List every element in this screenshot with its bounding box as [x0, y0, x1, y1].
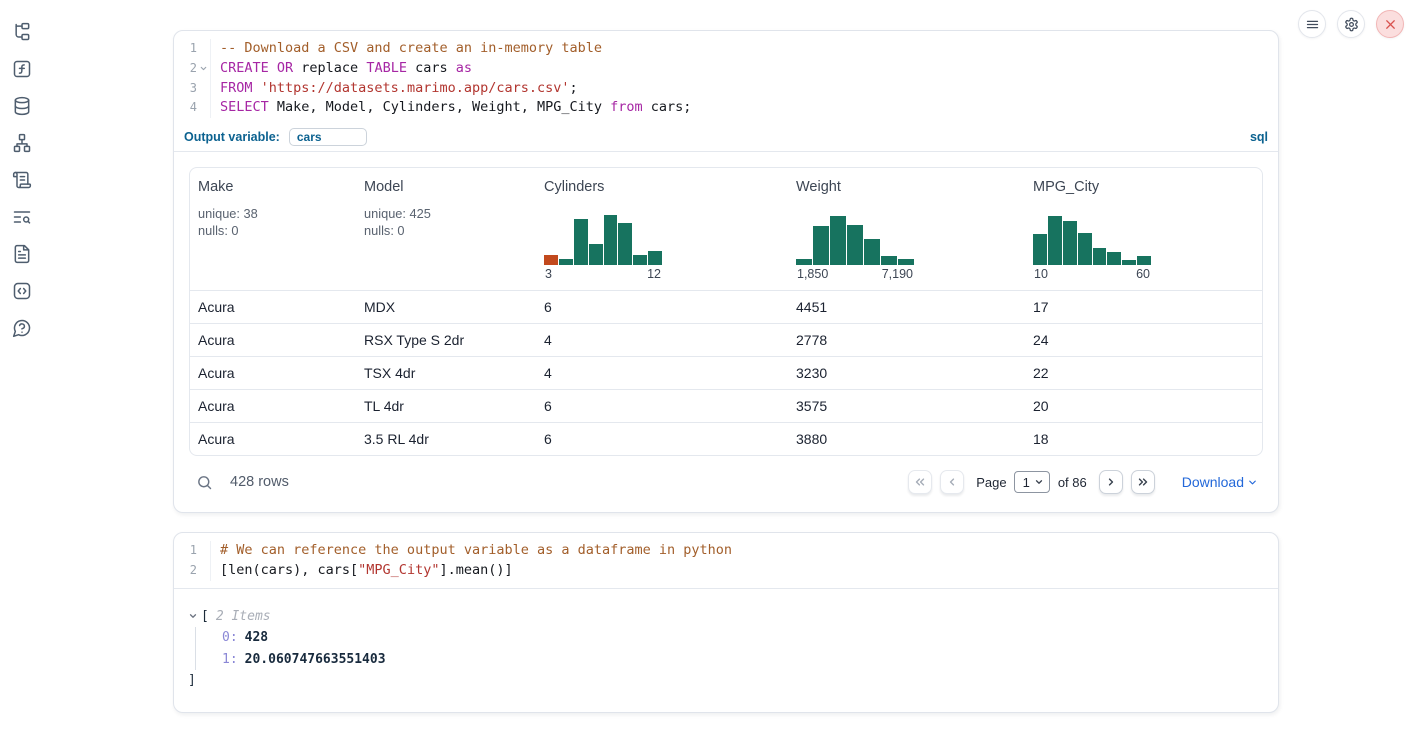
- data-sources-icon[interactable]: [11, 95, 33, 117]
- mpg-city-histogram[interactable]: 10 60: [1033, 213, 1151, 281]
- data-table: Make unique: 38 nulls: 0 Model unique: 4…: [189, 167, 1263, 456]
- left-sidebar: [0, 0, 44, 339]
- menu-icon: [1305, 17, 1320, 32]
- collapse-chevron-icon[interactable]: [188, 611, 198, 621]
- code-text[interactable]: [len(cars), cars["MPG_City"].mean()]: [211, 561, 513, 581]
- table-row[interactable]: Acura TSX 4dr 4 3230 22: [190, 356, 1262, 389]
- python-cell: 1 # We can reference the output variable…: [173, 532, 1279, 713]
- sql-cell: 1 -- Download a CSV and create an in-mem…: [173, 30, 1279, 513]
- menu-button[interactable]: [1298, 10, 1326, 38]
- variables-icon[interactable]: [11, 58, 33, 80]
- line-number: 4: [174, 98, 211, 118]
- first-page-button[interactable]: [908, 470, 932, 494]
- table-row[interactable]: Acura RSX Type S 2dr 4 2778 24: [190, 323, 1262, 356]
- sql-code-editor: 1 -- Download a CSV and create an in-mem…: [174, 31, 1278, 125]
- sql-output: Make unique: 38 nulls: 0 Model unique: 4…: [174, 152, 1278, 512]
- column-header-cylinders[interactable]: Cylinders 3 12: [536, 168, 788, 290]
- line-number: 1: [174, 39, 211, 59]
- output-variable-input[interactable]: [289, 128, 367, 146]
- table-header: Make unique: 38 nulls: 0 Model unique: 4…: [190, 168, 1262, 290]
- documentation-icon[interactable]: [11, 243, 33, 265]
- table-row[interactable]: Acura 3.5 RL 4dr 6 3880 18: [190, 422, 1262, 455]
- column-stats: unique: 38 nulls: 0: [198, 206, 348, 239]
- table-row[interactable]: Acura TL 4dr 6 3575 20: [190, 389, 1262, 422]
- column-header-mpg-city[interactable]: MPG_City 10 60: [1025, 168, 1262, 290]
- snippets-icon[interactable]: [11, 280, 33, 302]
- cylinders-histogram[interactable]: 3 12: [544, 213, 662, 281]
- weight-histogram[interactable]: 1,850 7,190: [796, 213, 914, 281]
- language-badge: sql: [1250, 130, 1268, 144]
- column-header-make[interactable]: Make unique: 38 nulls: 0: [190, 168, 356, 290]
- close-icon: [1383, 17, 1398, 32]
- code-text[interactable]: # We can reference the output variable a…: [211, 541, 732, 561]
- gear-icon: [1344, 17, 1359, 32]
- open-bracket: [: [201, 606, 209, 628]
- code-line: 4 SELECT Make, Model, Cylinders, Weight,…: [174, 98, 1278, 118]
- download-button[interactable]: Download: [1182, 474, 1258, 490]
- line-number: 2: [174, 561, 211, 581]
- row-count: 428 rows: [230, 474, 289, 490]
- page-total-label: of 86: [1058, 475, 1087, 490]
- items-count: 2 Items: [216, 606, 271, 628]
- list-item: 1:20.060747663551403: [222, 649, 1264, 671]
- fold-chevron-icon[interactable]: [197, 62, 210, 75]
- page-label: Page: [976, 475, 1006, 490]
- help-icon[interactable]: [11, 317, 33, 339]
- table-footer: 428 rows Page 1 of 86: [189, 465, 1263, 499]
- code-line: 3 FROM 'https://datasets.marimo.app/cars…: [174, 79, 1278, 99]
- next-page-button[interactable]: [1099, 470, 1123, 494]
- search-icon[interactable]: [196, 474, 213, 491]
- output-variable-label: Output variable:: [184, 130, 280, 144]
- code-line: 1 -- Download a CSV and create an in-mem…: [174, 39, 1278, 59]
- shutdown-button[interactable]: [1376, 10, 1404, 38]
- column-stats: unique: 425 nulls: 0: [364, 206, 528, 239]
- top-actions: [1298, 10, 1404, 38]
- scratchpad-icon[interactable]: [11, 169, 33, 191]
- file-explorer-icon[interactable]: [11, 21, 33, 43]
- python-code-editor: 1 # We can reference the output variable…: [174, 533, 1278, 589]
- output-variable-row: Output variable: sql: [174, 125, 1278, 152]
- code-text[interactable]: CREATE OR replace TABLE cars as: [211, 59, 472, 79]
- tree-root: [ 2 Items: [188, 606, 1264, 628]
- settings-button[interactable]: [1337, 10, 1365, 38]
- line-number: 2: [174, 59, 211, 79]
- line-number: 3: [174, 79, 211, 99]
- code-text[interactable]: FROM 'https://datasets.marimo.app/cars.c…: [211, 79, 578, 99]
- pagination: Page 1 of 86: [908, 470, 1155, 494]
- code-text[interactable]: SELECT Make, Model, Cylinders, Weight, M…: [211, 98, 691, 118]
- table-row[interactable]: Acura MDX 6 4451 17: [190, 290, 1262, 323]
- tree-items: 0:428 1:20.060747663551403: [195, 627, 1264, 670]
- code-text[interactable]: -- Download a CSV and create an in-memor…: [211, 39, 602, 59]
- histogram-axis-labels: 3 12: [544, 265, 662, 281]
- dependencies-icon[interactable]: [11, 132, 33, 154]
- close-bracket: ]: [188, 670, 1264, 692]
- line-number: 1: [174, 541, 211, 561]
- column-header-model[interactable]: Model unique: 425 nulls: 0: [356, 168, 536, 290]
- page-select[interactable]: 1: [1014, 471, 1050, 493]
- code-line: 1 # We can reference the output variable…: [174, 541, 1278, 561]
- histogram-axis-labels: 1,850 7,190: [796, 265, 914, 281]
- prev-page-button[interactable]: [940, 470, 964, 494]
- logs-icon[interactable]: [11, 206, 33, 228]
- list-item: 0:428: [222, 627, 1264, 649]
- column-header-weight[interactable]: Weight 1,850 7,190: [788, 168, 1025, 290]
- python-output-tree: [ 2 Items 0:428 1:20.060747663551403 ]: [174, 589, 1278, 712]
- histogram-axis-labels: 10 60: [1033, 265, 1151, 281]
- last-page-button[interactable]: [1131, 470, 1155, 494]
- code-line: 2 [len(cars), cars["MPG_City"].mean()]: [174, 561, 1278, 581]
- code-line: 2 CREATE OR replace TABLE cars as: [174, 59, 1278, 79]
